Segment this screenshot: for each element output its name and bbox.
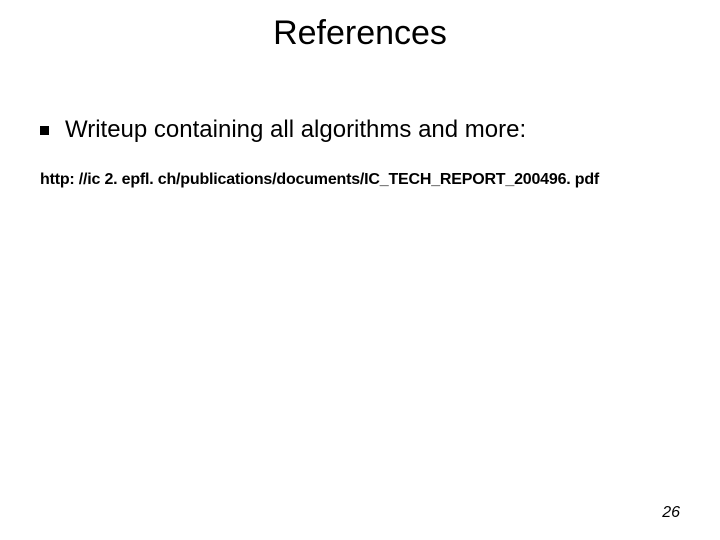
slide-title: References bbox=[0, 14, 720, 53]
reference-url: http: //ic 2. epfl. ch/publications/docu… bbox=[40, 171, 680, 189]
slide-content: Writeup containing all algorithms and mo… bbox=[40, 116, 680, 189]
bullet-text-1: Writeup containing all algorithms and mo… bbox=[65, 116, 526, 145]
page-number: 26 bbox=[662, 504, 680, 522]
bullet-item-1: Writeup containing all algorithms and mo… bbox=[40, 116, 680, 145]
square-bullet-icon bbox=[40, 126, 49, 135]
slide: References Writeup containing all algori… bbox=[0, 0, 720, 540]
